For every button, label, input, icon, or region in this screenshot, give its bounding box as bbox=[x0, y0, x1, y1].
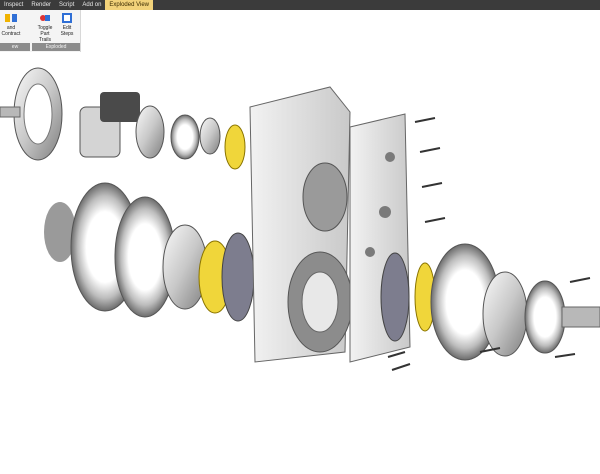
expand-contract-button[interactable]: and Contract bbox=[0, 12, 22, 37]
edit-steps-label: Edit Steps bbox=[60, 25, 74, 37]
expand-contract-icon bbox=[5, 12, 17, 24]
expand-contract-label: and Contract bbox=[1, 25, 21, 37]
toggle-part-trails-label: Toggle Part Trails bbox=[37, 25, 53, 43]
flange-bottom-left[interactable] bbox=[44, 182, 255, 322]
flange-right[interactable] bbox=[380, 243, 600, 361]
gearbox-housing[interactable] bbox=[249, 86, 353, 363]
ribbon-group-label-view: ew bbox=[0, 43, 30, 51]
edit-steps-icon bbox=[61, 12, 73, 24]
menu-tab-script[interactable]: Script bbox=[55, 0, 78, 10]
menu-tab-inspect[interactable]: Inspect bbox=[0, 0, 27, 10]
menu-tab-addon[interactable]: Add on bbox=[78, 0, 105, 10]
ribbon-group-label-exploded: Exploded bbox=[32, 43, 80, 51]
menu-tab-render[interactable]: Render bbox=[27, 0, 55, 10]
menu-tab-exploded-view[interactable]: Exploded View bbox=[105, 0, 154, 10]
gear-assembly-top[interactable] bbox=[79, 92, 246, 170]
ribbon-panel: and Contract Toggle Part Trails Edit Ste… bbox=[0, 10, 81, 52]
edit-steps-button[interactable]: Edit Steps bbox=[56, 12, 78, 37]
3d-viewport[interactable] bbox=[0, 52, 600, 474]
toggle-part-trails-button[interactable]: Toggle Part Trails bbox=[34, 12, 56, 43]
menu-bar: Inspect Render Script Add on Exploded Vi… bbox=[0, 0, 600, 10]
toggle-trails-icon bbox=[39, 12, 51, 24]
motor-flange-top[interactable] bbox=[0, 67, 63, 161]
